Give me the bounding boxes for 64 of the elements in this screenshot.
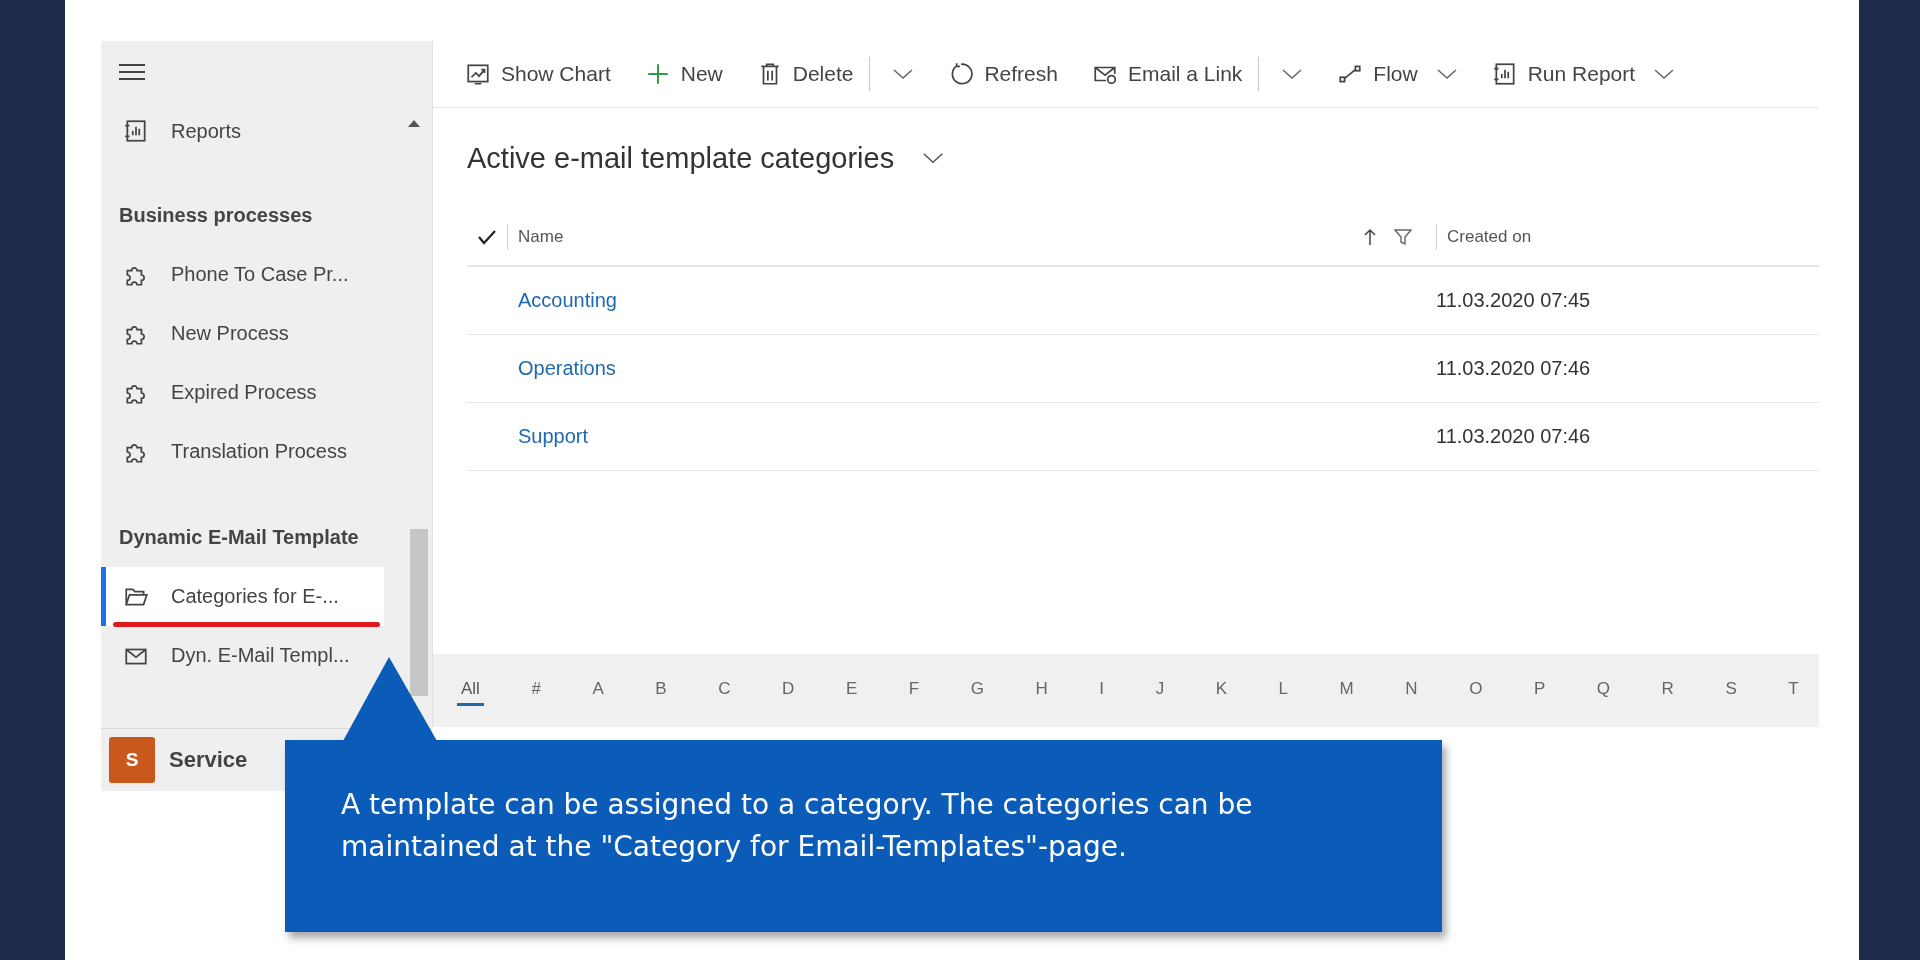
toolbar-button[interactable]: Delete	[742, 52, 929, 96]
chevron-down-icon	[922, 152, 945, 164]
chevron-down-icon	[1281, 68, 1304, 80]
letter-filter[interactable]: D	[778, 675, 799, 706]
section-header: Dynamic E-Mail Template	[118, 524, 360, 550]
sidebar-item[interactable]: Categories for E-...	[101, 567, 384, 626]
letter-filter[interactable]: T	[1784, 675, 1803, 706]
letter-filter[interactable]: F	[904, 675, 924, 706]
area-badge: S	[109, 737, 155, 783]
letter-filter[interactable]: K	[1211, 675, 1231, 706]
letter-filter[interactable]: C	[714, 675, 735, 706]
toolbar-button[interactable]: Show Chart	[451, 52, 625, 96]
chevron-down-icon	[1653, 68, 1676, 80]
record-link[interactable]: Accounting	[518, 289, 617, 311]
letter-filter[interactable]: B	[651, 675, 671, 706]
scrollbar[interactable]	[410, 529, 428, 696]
chevron-down-icon	[1435, 68, 1458, 80]
record-link[interactable]: Support	[518, 425, 589, 447]
select-all-check-icon[interactable]	[478, 228, 496, 245]
letter-filter[interactable]: H	[1031, 675, 1052, 706]
sidebar-item[interactable]: Translation Process	[101, 422, 384, 481]
letter-filter[interactable]: P	[1529, 675, 1550, 706]
report-icon	[1491, 61, 1518, 87]
toolbar-button[interactable]: Flow	[1323, 52, 1472, 96]
letter-filter[interactable]: R	[1657, 675, 1678, 706]
record-link[interactable]: Operations	[518, 357, 616, 379]
table-cell: 11.03.2020 07:46	[1436, 425, 1591, 448]
table-cell: 11.03.2020 07:46	[1436, 357, 1591, 380]
toolbar-button[interactable]: Refresh	[934, 52, 1072, 96]
area-label: Service	[169, 747, 248, 773]
letter-filter[interactable]: G	[966, 675, 988, 706]
letter-filter[interactable]: S	[1721, 675, 1741, 706]
table-cell: 11.03.2020 07:45	[1436, 289, 1591, 312]
sidebar-item[interactable]: New Process	[101, 304, 384, 363]
report-icon	[123, 118, 149, 144]
letter-filter[interactable]: Q	[1592, 675, 1615, 706]
chevron-down-icon	[892, 68, 915, 80]
sidebar-item[interactable]: Reports	[101, 103, 384, 159]
letter-filter[interactable]: #	[527, 675, 545, 706]
chart-icon	[465, 61, 491, 87]
toolbar-button[interactable]: Email a Link	[1077, 52, 1318, 96]
menu-button[interactable]	[118, 62, 146, 82]
toolbar-button[interactable]: New	[630, 52, 737, 96]
sidebar-item[interactable]: Expired Process	[101, 363, 384, 422]
letter-filter[interactable]: L	[1274, 675, 1293, 706]
view-title: Active e-mail template categories	[467, 141, 895, 175]
letter-filter[interactable]: E	[841, 675, 862, 706]
collapse-icon[interactable]	[408, 119, 420, 127]
letter-filter[interactable]: A	[588, 675, 608, 706]
callout-text: A template can be assigned to a category. The categories can be maintained at the "Category for Email-Templates"-page.	[341, 787, 1254, 865]
letter-filter[interactable]: N	[1401, 675, 1422, 706]
column-header[interactable]: Created on	[1447, 226, 1532, 246]
letter-filter[interactable]: All	[457, 675, 484, 706]
column-header[interactable]: Name	[518, 226, 1364, 247]
letter-filter[interactable]: M	[1335, 675, 1358, 706]
letter-filter[interactable]: J	[1151, 675, 1169, 706]
sidebar-item[interactable]: Phone To Case Pr...	[101, 245, 384, 304]
section-header: Business processes	[118, 202, 314, 228]
toolbar-button[interactable]: Run Report	[1477, 52, 1690, 96]
letter-filter[interactable]: O	[1465, 675, 1487, 706]
filter-icon	[1394, 228, 1412, 245]
sidebar-item[interactable]: Dyn. E-Mail Templ...	[101, 626, 384, 685]
letter-filter[interactable]: I	[1095, 675, 1109, 706]
menu-icon	[118, 62, 146, 82]
